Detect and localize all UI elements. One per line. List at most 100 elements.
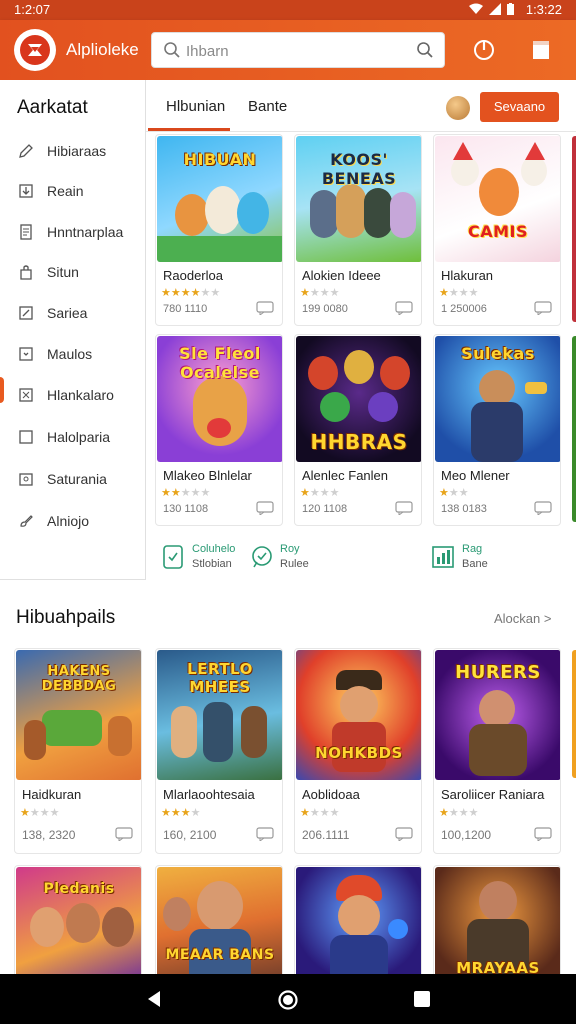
game-title: Hlakuran xyxy=(441,268,494,283)
game-thumbnail: HIBUAN xyxy=(157,136,282,262)
game-card[interactable]: Sle Fleol Ocalelse Mlakeo Blnlelar ★★★★★… xyxy=(155,334,283,526)
game-card[interactable]: LERTLO MHEES Mlarlaoohtesaia ★★★★ 160, 2… xyxy=(155,648,283,854)
chart-icon xyxy=(432,546,454,568)
active-tab-indicator xyxy=(148,128,230,131)
thumbnail-label: KOOS' BENEAS xyxy=(321,150,397,188)
game-title: Mlarlaoohtesaia xyxy=(163,787,255,802)
sidebar-item-10[interactable]: Alniojo xyxy=(0,503,146,539)
thumbnail-label: MEAAR BANS xyxy=(165,947,275,963)
sidebar-item-label: Situn xyxy=(47,264,79,280)
game-thumbnail: Pledanis xyxy=(16,867,141,984)
game-thumbnail: KOOS' BENEAS xyxy=(296,136,421,262)
chat-bubble-icon xyxy=(256,501,274,515)
star-rating: ★★★★ xyxy=(439,807,479,819)
sidebar-title: Aarkatat xyxy=(17,97,88,118)
app-bar: Alplioleke xyxy=(0,20,576,80)
thumbnail-label: HURERS xyxy=(455,662,541,683)
game-card[interactable]: Sulekas Meo Mlener ★★★ 138 0183 xyxy=(433,334,561,526)
see-all-link[interactable]: Alockan > xyxy=(494,611,551,626)
battery-icon xyxy=(507,3,514,15)
chat-bubble-icon xyxy=(115,827,133,841)
recents-icon[interactable] xyxy=(412,989,432,1009)
system-nav-bar xyxy=(0,974,576,1024)
game-title: Mlakeo Blnlelar xyxy=(163,468,252,483)
game-card[interactable]: NOHKBDS Aoblidoaa ★★★★ 206.1111 xyxy=(294,648,422,854)
sidebar-item-4[interactable]: Situn xyxy=(0,254,146,290)
search-input[interactable] xyxy=(186,40,406,62)
sidebar-item-8[interactable]: Halolparia xyxy=(0,419,146,455)
game-card[interactable] xyxy=(294,865,422,985)
sidebar-item-label: Sariea xyxy=(47,305,88,321)
system-icons xyxy=(469,3,514,15)
home-icon[interactable] xyxy=(277,989,299,1011)
star-rating: ★★★★★★ xyxy=(161,287,221,299)
feature-subtitle: Bane xyxy=(462,558,488,570)
square-icon xyxy=(19,430,33,444)
star-rating: ★★★ xyxy=(439,487,469,499)
feature-link-3[interactable]: Rag Bane xyxy=(432,543,532,575)
tab-bante[interactable]: Bante xyxy=(248,98,287,115)
search-box[interactable] xyxy=(151,32,445,68)
game-meta: 100,1200 xyxy=(441,828,492,842)
game-thumbnail: NOHKBDS xyxy=(296,650,421,780)
game-title: Haidkuran xyxy=(22,787,82,802)
game-card[interactable]: Pledanis xyxy=(14,865,142,985)
game-meta: 160, 2100 xyxy=(163,828,217,842)
sidebar-item-9[interactable]: Saturania xyxy=(0,461,146,497)
back-icon[interactable] xyxy=(144,989,164,1009)
star-rating: ★★★★ xyxy=(300,807,340,819)
star-rating: ★★★★ xyxy=(439,287,479,299)
sidebar-item-2[interactable]: Reain xyxy=(0,173,146,209)
feature-title: Roy xyxy=(280,543,300,555)
status-time-right: 1:3:22 xyxy=(525,2,562,17)
chat-bubble-icon xyxy=(395,501,413,515)
sidebar-item-6[interactable]: Maulos xyxy=(0,336,146,372)
game-card[interactable]: MEAAR BANS xyxy=(155,865,283,985)
game-card[interactable]: HURERS Saroliicer Raniara ★★★★ 100,1200 xyxy=(433,648,561,854)
pencil-icon xyxy=(19,144,33,158)
game-meta: 138, 2320 xyxy=(22,828,76,842)
game-card[interactable]: MRAYAAS xyxy=(433,865,561,985)
section-title: Hibuahpails xyxy=(16,607,116,628)
sidebar: Aarkatat Hibiaraas Reain Hnntnarplaa Sit… xyxy=(0,80,146,580)
thumbnail-label: CAMIS xyxy=(467,222,529,241)
thumbnail-label: HHBRAS xyxy=(310,430,408,454)
game-thumbnail: MEAAR BANS xyxy=(157,867,282,984)
sidebar-item-3[interactable]: Hnntnarplaa xyxy=(0,214,146,250)
sidebar-item-5[interactable]: Sariea xyxy=(0,295,146,331)
chat-bubble-icon xyxy=(256,301,274,315)
avatar[interactable] xyxy=(446,96,470,120)
game-thumbnail: CAMIS xyxy=(435,136,560,262)
folder-icon[interactable] xyxy=(528,37,554,63)
chat-bubble-icon xyxy=(256,827,274,841)
game-card[interactable]: CAMIS Hlakuran ★★★★ 1 250006 xyxy=(433,134,561,326)
sidebar-item-label: Halolparia xyxy=(47,429,111,445)
brush-icon xyxy=(20,515,33,527)
sidebar-item-label: Saturania xyxy=(47,471,107,487)
sidebar-item-label: Alniojo xyxy=(47,513,90,529)
sidebar-item-7[interactable]: Hlankalaro xyxy=(0,377,146,413)
game-thumbnail: LERTLO MHEES xyxy=(157,650,282,780)
game-card[interactable]: KOOS' BENEAS Alokien Ideee ★★★★ 199 0080 xyxy=(294,134,422,326)
edit-box-icon xyxy=(19,306,33,320)
chat-bubble-icon xyxy=(395,827,413,841)
tab-hlbunian[interactable]: Hlbunian xyxy=(166,98,225,115)
game-title: Meo Mlener xyxy=(441,468,510,483)
feature-link-2[interactable]: Roy Rulee xyxy=(250,543,350,575)
cta-button[interactable]: Sevaano xyxy=(480,92,559,122)
sidebar-item-label: Maulos xyxy=(47,346,93,362)
sidebar-item-1[interactable]: Hibiaraas xyxy=(0,133,146,169)
power-icon[interactable] xyxy=(470,36,498,64)
app-logo[interactable] xyxy=(14,29,56,71)
thumbnail-label: HIBUAN xyxy=(183,150,257,169)
game-card[interactable]: HIBUAN Raoderloa ★★★★★★ 780 1110 xyxy=(155,134,283,326)
game-meta: 199 0080 xyxy=(302,303,348,315)
status-time-left: 1:2:07 xyxy=(14,2,51,17)
game-card[interactable]: HAKENS DEBBDAG Haidkuran ★★★★ 138, 2320 xyxy=(14,648,142,854)
game-thumbnail: Sulekas xyxy=(435,336,560,462)
game-meta: 138 0183 xyxy=(441,503,487,515)
tablet-icon xyxy=(163,545,183,569)
search-submit-icon[interactable] xyxy=(416,41,434,59)
next-card-edge xyxy=(572,650,576,778)
game-card[interactable]: HHBRAS Alenlec Fanlen ★★★★ 120 1108 xyxy=(294,334,422,526)
